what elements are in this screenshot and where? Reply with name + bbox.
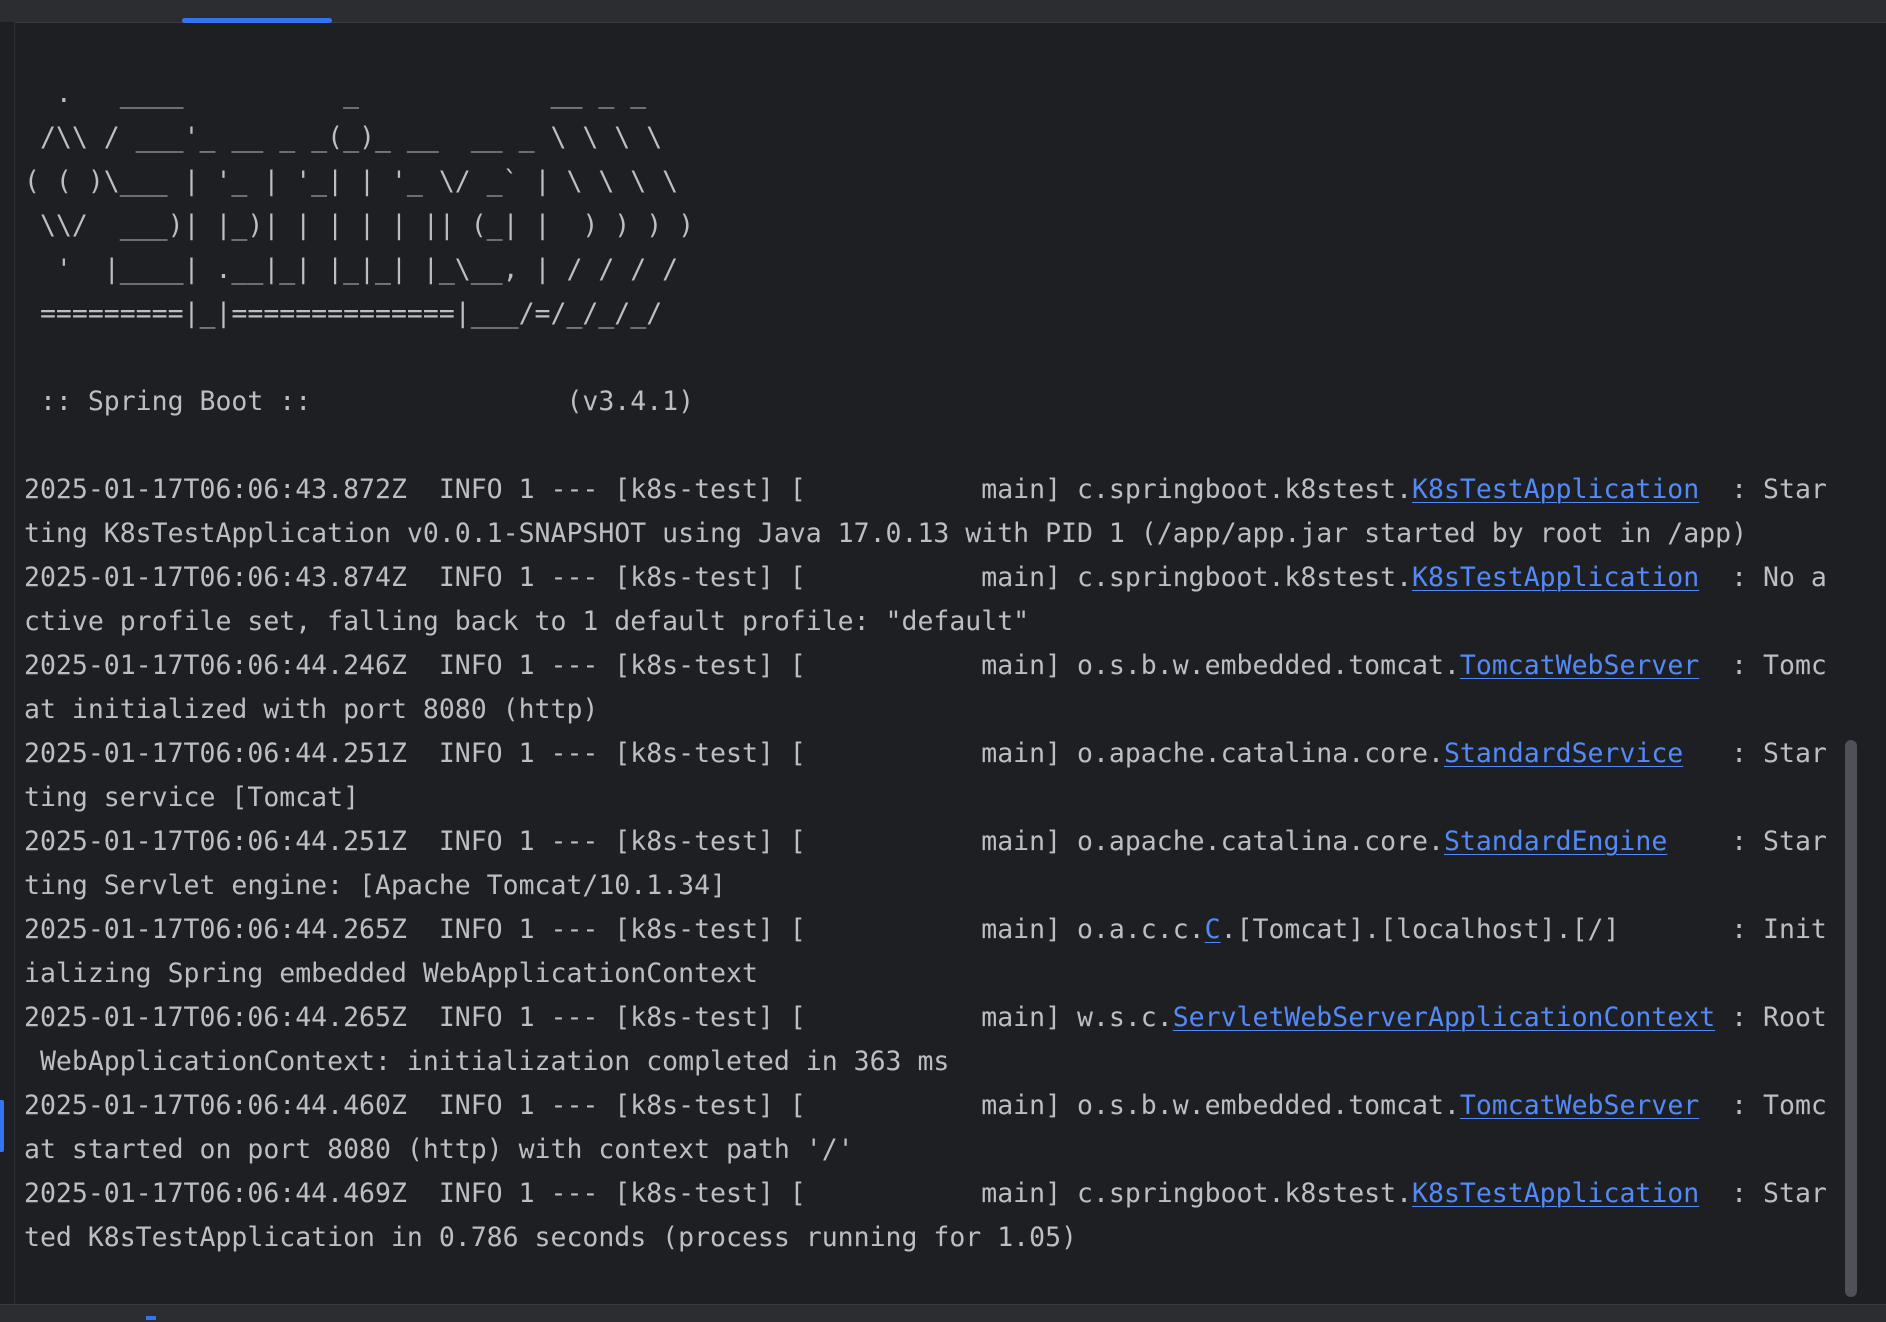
class-link[interactable]: ServletWebServerApplicationContext: [1173, 1002, 1715, 1033]
log-text: 2025-01-17T06:06:44.460Z INFO 1 --- [k8s…: [24, 1090, 1460, 1121]
log-line: ting K8sTestApplication v0.0.1-SNAPSHOT …: [24, 512, 1842, 556]
log-text: : Star: [1699, 1178, 1827, 1209]
class-link[interactable]: K8sTestApplication: [1412, 562, 1699, 593]
log-text: : Star: [1667, 826, 1827, 857]
log-line: 2025-01-17T06:06:44.469Z INFO 1 --- [k8s…: [24, 1172, 1842, 1216]
banner-line: ( ( )\___ | '_ | '_| | '_ \/ _` | \ \ \ …: [24, 166, 679, 197]
console-panel: . ____ _ __ _ _ /\\ / ___'_ __ _ _(_)_ _…: [0, 0, 1886, 1322]
log-text: : No a: [1699, 562, 1827, 593]
log-line: 2025-01-17T06:06:44.265Z INFO 1 --- [k8s…: [24, 996, 1842, 1040]
tool-window-tabstrip: [0, 0, 1886, 23]
class-link[interactable]: TomcatWebServer: [1460, 1090, 1699, 1121]
banner-line: /\\ / ___'_ __ _ _(_)_ __ __ _ \ \ \ \: [24, 122, 663, 153]
log-text: 2025-01-17T06:06:44.265Z INFO 1 --- [k8s…: [24, 914, 1205, 945]
banner-line: =========|_|==============|___/=/_/_/_/: [24, 298, 663, 329]
log-text: 2025-01-17T06:06:44.265Z INFO 1 --- [k8s…: [24, 1002, 1173, 1033]
banner-line: [24, 424, 1842, 468]
log-text: at started on port 8080 (http) with cont…: [24, 1134, 854, 1165]
log-line: 2025-01-17T06:06:44.251Z INFO 1 --- [k8s…: [24, 732, 1842, 776]
log-text: 2025-01-17T06:06:44.246Z INFO 1 --- [k8s…: [24, 650, 1460, 681]
banner-line: . ____ _ __ _ _: [24, 78, 647, 109]
log-line: ializing Spring embedded WebApplicationC…: [24, 952, 1842, 996]
log-text: : Tomc: [1699, 650, 1827, 681]
log-line: 2025-01-17T06:06:44.246Z INFO 1 --- [k8s…: [24, 644, 1842, 688]
log-text: ting service [Tomcat]: [24, 782, 360, 813]
log-text: 2025-01-17T06:06:44.251Z INFO 1 --- [k8s…: [24, 826, 1444, 857]
log-text: : Root: [1715, 1002, 1827, 1033]
log-line: ctive profile set, falling back to 1 def…: [24, 600, 1842, 644]
log-text: : Star: [1683, 738, 1827, 769]
log-text: ctive profile set, falling back to 1 def…: [24, 606, 1030, 637]
class-link[interactable]: StandardEngine: [1444, 826, 1667, 857]
active-tab-indicator[interactable]: [182, 18, 332, 23]
log-text: ting Servlet engine: [Apache Tomcat/10.1…: [24, 870, 726, 901]
class-link[interactable]: StandardService: [1444, 738, 1683, 769]
log-text: : Tomc: [1699, 1090, 1827, 1121]
banner-line: ' |____| .__|_| |_|_| |_\__, | / / / /: [24, 254, 679, 285]
banner-line: [24, 336, 1842, 380]
log-text: 2025-01-17T06:06:43.874Z INFO 1 --- [k8s…: [24, 562, 1413, 593]
banner-line: :: Spring Boot :: (v3.4.1): [24, 386, 695, 417]
class-link[interactable]: TomcatWebServer: [1460, 650, 1699, 681]
log-text: at initialized with port 8080 (http): [24, 694, 599, 725]
class-link[interactable]: K8sTestApplication: [1412, 1178, 1699, 1209]
log-line: ting service [Tomcat]: [24, 776, 1842, 820]
console-output[interactable]: . ____ _ __ _ _ /\\ / ___'_ __ _ _(_)_ _…: [24, 72, 1842, 1260]
log-text: .[Tomcat].[localhost].[/] : Init: [1220, 914, 1827, 945]
bottom-toolbar: [0, 1304, 1886, 1322]
log-line: 2025-01-17T06:06:44.265Z INFO 1 --- [k8s…: [24, 908, 1842, 952]
bottom-indicator: [146, 1316, 156, 1320]
log-line: 2025-01-17T06:06:44.251Z INFO 1 --- [k8s…: [24, 820, 1842, 864]
log-text: WebApplicationContext: initialization co…: [24, 1046, 950, 1077]
log-line: 2025-01-17T06:06:43.872Z INFO 1 --- [k8s…: [24, 468, 1842, 512]
log-line: ting Servlet engine: [Apache Tomcat/10.1…: [24, 864, 1842, 908]
log-text: ted K8sTestApplication in 0.786 seconds …: [24, 1222, 1077, 1253]
log-line: 2025-01-17T06:06:44.460Z INFO 1 --- [k8s…: [24, 1084, 1842, 1128]
log-line: WebApplicationContext: initialization co…: [24, 1040, 1842, 1084]
log-text: ializing Spring embedded WebApplicationC…: [24, 958, 758, 989]
log-line: at initialized with port 8080 (http): [24, 688, 1842, 732]
banner-line: \\/ ___)| |_)| | | | | || (_| | ) ) ) ): [24, 210, 695, 241]
log-line: 2025-01-17T06:06:43.874Z INFO 1 --- [k8s…: [24, 556, 1842, 600]
gutter-marker: [0, 1100, 4, 1152]
log-text: ting K8sTestApplication v0.0.1-SNAPSHOT …: [24, 518, 1748, 549]
log-text: 2025-01-17T06:06:44.251Z INFO 1 --- [k8s…: [24, 738, 1444, 769]
log-text: 2025-01-17T06:06:44.469Z INFO 1 --- [k8s…: [24, 1178, 1413, 1209]
log-text: 2025-01-17T06:06:43.872Z INFO 1 --- [k8s…: [24, 474, 1413, 505]
class-link[interactable]: K8sTestApplication: [1412, 474, 1699, 505]
log-text: : Star: [1699, 474, 1827, 505]
log-line: at started on port 8080 (http) with cont…: [24, 1128, 1842, 1172]
scrollbar-thumb[interactable]: [1845, 740, 1857, 1297]
class-link[interactable]: C: [1205, 914, 1221, 945]
console-gutter: [0, 22, 15, 1304]
log-line: ted K8sTestApplication in 0.786 seconds …: [24, 1216, 1842, 1260]
